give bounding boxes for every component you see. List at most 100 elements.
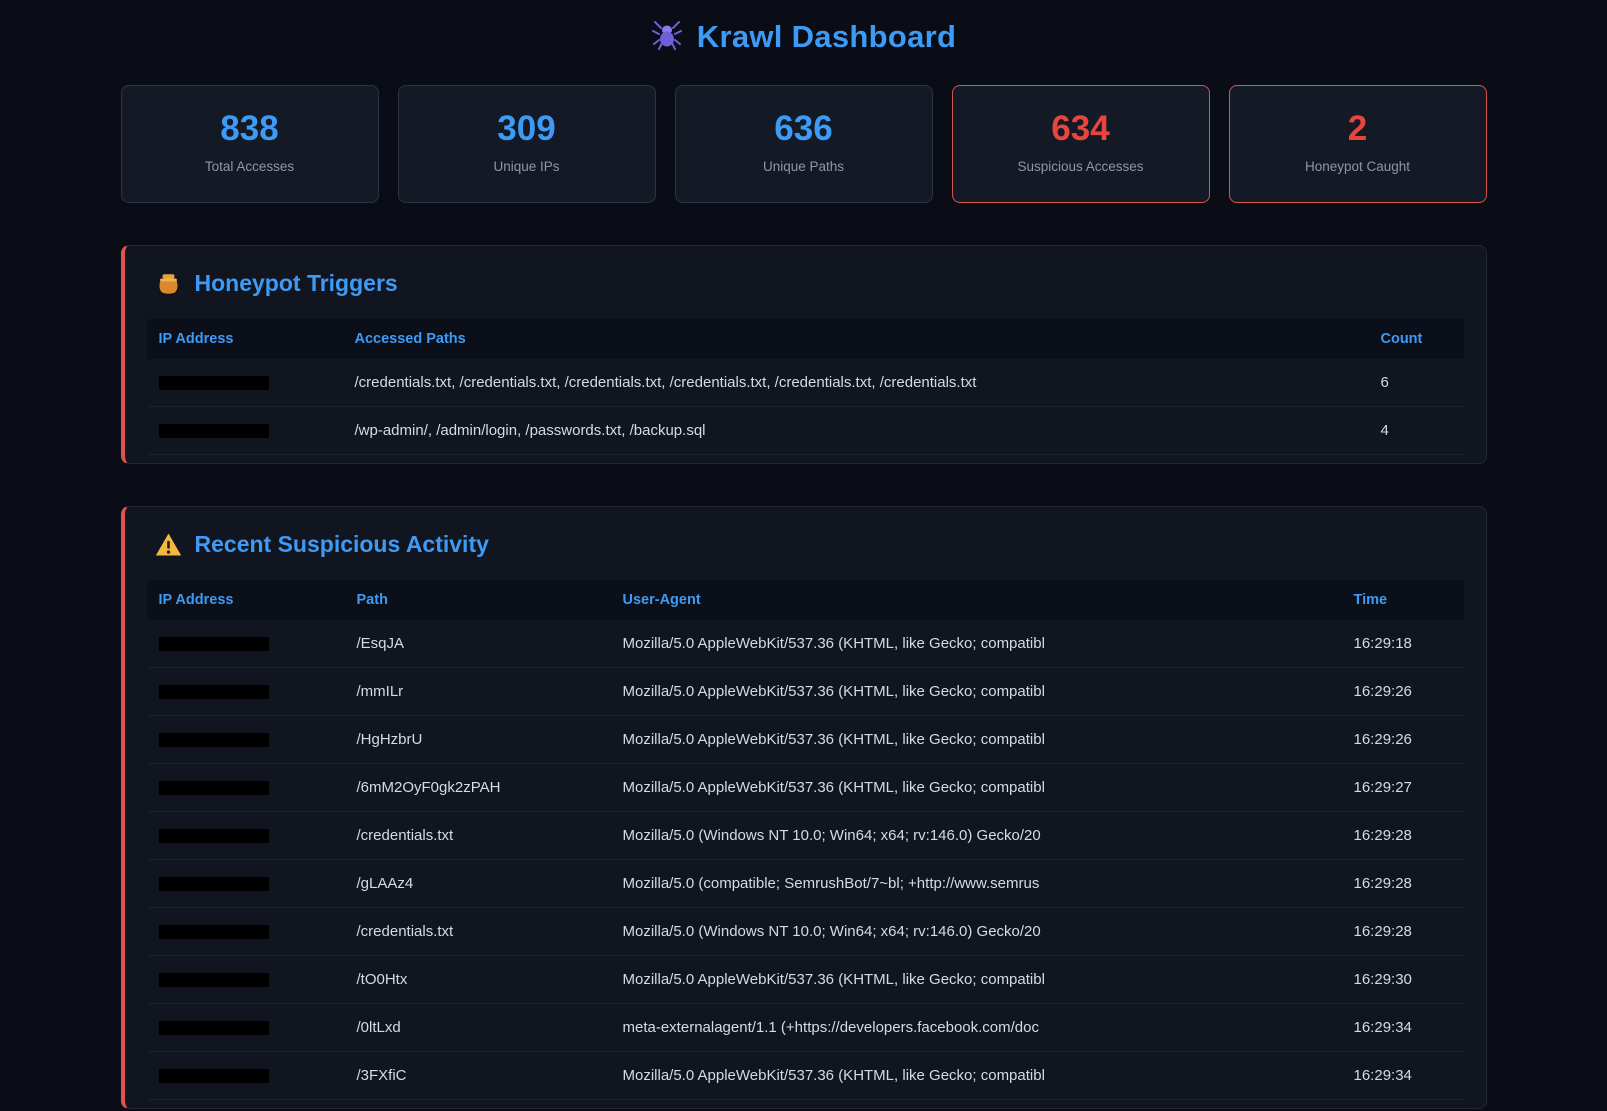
ip-cell [147, 811, 345, 859]
stat-card-honeypot-caught: 2 Honeypot Caught [1229, 85, 1487, 203]
honeypot-table: IP Address Accessed Paths Count /credent… [147, 319, 1464, 455]
redacted-ip-bar [159, 733, 269, 747]
time-cell: 16:29:28 [1342, 811, 1464, 859]
section-title: Recent Suspicious Activity [195, 531, 489, 558]
activity-table: IP Address Path User-Agent Time /EsqJA M… [147, 580, 1464, 1100]
redacted-ip-bar [159, 1069, 269, 1083]
table-row: /mmILr Mozilla/5.0 AppleWebKit/537.36 (K… [147, 667, 1464, 715]
activity-panel-title: Recent Suspicious Activity [147, 531, 1464, 558]
redacted-ip-bar [159, 877, 269, 891]
table-row: /3FXfiC Mozilla/5.0 AppleWebKit/537.36 (… [147, 1051, 1464, 1099]
user-agent-cell: Mozilla/5.0 (compatible; SemrushBot/7~bl… [611, 859, 1342, 907]
table-row: /6mM2OyF0gk2zPAH Mozilla/5.0 AppleWebKit… [147, 763, 1464, 811]
user-agent-cell: Mozilla/5.0 AppleWebKit/537.36 (KHTML, l… [611, 955, 1342, 1003]
count-cell: 6 [1369, 359, 1464, 407]
time-cell: 16:29:18 [1342, 620, 1464, 668]
user-agent-cell: Mozilla/5.0 AppleWebKit/537.36 (KHTML, l… [611, 1051, 1342, 1099]
time-cell: 16:29:30 [1342, 955, 1464, 1003]
honeypot-table-body: /credentials.txt, /credentials.txt, /cre… [147, 359, 1464, 455]
user-agent-cell: Mozilla/5.0 AppleWebKit/537.36 (KHTML, l… [611, 620, 1342, 668]
time-cell: 16:29:27 [1342, 763, 1464, 811]
stat-card-unique-paths: 636 Unique Paths [675, 85, 933, 203]
column-header-path: Path [345, 580, 611, 620]
redacted-ip-bar [159, 781, 269, 795]
page-title: Krawl Dashboard [697, 19, 956, 55]
time-cell: 16:29:28 [1342, 907, 1464, 955]
column-header-paths: Accessed Paths [343, 319, 1369, 359]
table-row: /credentials.txt, /credentials.txt, /cre… [147, 359, 1464, 407]
table-row: /HgHzbrU Mozilla/5.0 AppleWebKit/537.36 … [147, 715, 1464, 763]
stat-value: 2 [1240, 110, 1476, 149]
paths-cell: /credentials.txt, /credentials.txt, /cre… [343, 359, 1369, 407]
redacted-ip-bar [159, 973, 269, 987]
stat-value: 838 [132, 110, 368, 149]
paths-cell: /wp-admin/, /admin/login, /passwords.txt… [343, 406, 1369, 454]
ip-cell [147, 763, 345, 811]
stat-card-suspicious-accesses: 634 Suspicious Accesses [952, 85, 1210, 203]
user-agent-cell: Mozilla/5.0 AppleWebKit/537.36 (KHTML, l… [611, 763, 1342, 811]
ip-cell [147, 715, 345, 763]
stat-label: Suspicious Accesses [963, 159, 1199, 174]
user-agent-cell: Mozilla/5.0 (Windows NT 10.0; Win64; x64… [611, 811, 1342, 859]
ip-cell [147, 859, 345, 907]
table-row: /0ltLxd meta-externalagent/1.1 (+https:/… [147, 1003, 1464, 1051]
redacted-ip-bar [159, 925, 269, 939]
table-header-row: IP Address Accessed Paths Count [147, 319, 1464, 359]
honeypot-triggers-panel: Honeypot Triggers IP Address Accessed Pa… [121, 245, 1487, 464]
ip-cell [147, 406, 343, 454]
stat-card-unique-ips: 309 Unique IPs [398, 85, 656, 203]
ip-cell [147, 359, 343, 407]
section-title: Honeypot Triggers [195, 270, 398, 297]
ip-cell [147, 955, 345, 1003]
path-cell: /credentials.txt [345, 811, 611, 859]
stat-card-total-accesses: 838 Total Accesses [121, 85, 379, 203]
path-cell: /EsqJA [345, 620, 611, 668]
column-header-user-agent: User-Agent [611, 580, 1342, 620]
path-cell: /mmILr [345, 667, 611, 715]
ip-cell [147, 620, 345, 668]
dashboard-container: Krawl Dashboard 838 Total Accesses 309 U… [121, 0, 1487, 1109]
redacted-ip-bar [159, 376, 269, 390]
suspicious-activity-panel: Recent Suspicious Activity IP Address Pa… [121, 506, 1487, 1109]
table-row: /EsqJA Mozilla/5.0 AppleWebKit/537.36 (K… [147, 620, 1464, 668]
stat-label: Total Accesses [132, 159, 368, 174]
table-row: /credentials.txt Mozilla/5.0 (Windows NT… [147, 907, 1464, 955]
path-cell: /HgHzbrU [345, 715, 611, 763]
user-agent-cell: meta-externalagent/1.1 (+https://develop… [611, 1003, 1342, 1051]
column-header-time: Time [1342, 580, 1464, 620]
table-row: /wp-admin/, /admin/login, /passwords.txt… [147, 406, 1464, 454]
count-cell: 4 [1369, 406, 1464, 454]
path-cell: /tO0Htx [345, 955, 611, 1003]
spider-icon [651, 18, 683, 55]
time-cell: 16:29:26 [1342, 715, 1464, 763]
table-row: /tO0Htx Mozilla/5.0 AppleWebKit/537.36 (… [147, 955, 1464, 1003]
path-cell: /6mM2OyF0gk2zPAH [345, 763, 611, 811]
stats-row: 838 Total Accesses 309 Unique IPs 636 Un… [121, 85, 1487, 203]
redacted-ip-bar [159, 1021, 269, 1035]
stat-value: 634 [963, 110, 1199, 149]
time-cell: 16:29:34 [1342, 1051, 1464, 1099]
path-cell: /3FXfiC [345, 1051, 611, 1099]
stat-label: Unique IPs [409, 159, 645, 174]
user-agent-cell: Mozilla/5.0 (Windows NT 10.0; Win64; x64… [611, 907, 1342, 955]
table-header-row: IP Address Path User-Agent Time [147, 580, 1464, 620]
ip-cell [147, 1003, 345, 1051]
app-header: Krawl Dashboard [121, 12, 1487, 85]
redacted-ip-bar [159, 637, 269, 651]
stat-value: 309 [409, 110, 645, 149]
time-cell: 16:29:28 [1342, 859, 1464, 907]
table-row: /gLAAz4 Mozilla/5.0 (compatible; Semrush… [147, 859, 1464, 907]
redacted-ip-bar [159, 685, 269, 699]
column-header-count: Count [1369, 319, 1464, 359]
user-agent-cell: Mozilla/5.0 AppleWebKit/537.36 (KHTML, l… [611, 667, 1342, 715]
path-cell: /0ltLxd [345, 1003, 611, 1051]
table-row: /credentials.txt Mozilla/5.0 (Windows NT… [147, 811, 1464, 859]
column-header-ip: IP Address [147, 580, 345, 620]
stat-label: Honeypot Caught [1240, 159, 1476, 174]
column-header-ip: IP Address [147, 319, 343, 359]
stat-label: Unique Paths [686, 159, 922, 174]
honeypot-panel-title: Honeypot Triggers [147, 270, 1464, 297]
time-cell: 16:29:26 [1342, 667, 1464, 715]
warning-icon [155, 531, 182, 558]
redacted-ip-bar [159, 424, 269, 438]
